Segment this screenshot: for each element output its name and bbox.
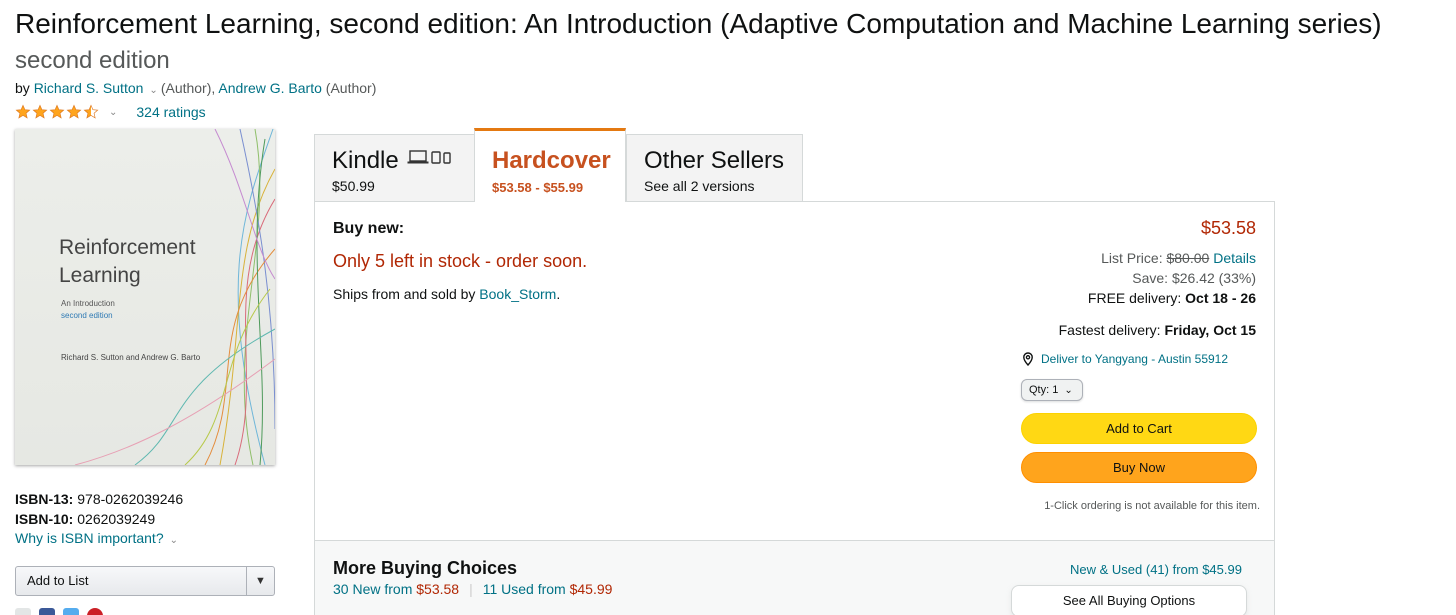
ratings-count-link[interactable]: 324 ratings	[136, 104, 205, 120]
product-subtitle: second edition	[15, 47, 170, 74]
author-role: (Author)	[325, 80, 377, 96]
device-icons	[407, 149, 451, 165]
more-buying-heading: More Buying Choices	[333, 558, 518, 578]
chevron-down-icon[interactable]: ▼	[246, 567, 274, 595]
star-full-icon	[66, 104, 82, 120]
new-used-link[interactable]: New & Used (41) from $45.99	[1070, 562, 1242, 577]
add-to-list-label[interactable]: Add to List	[16, 567, 246, 595]
deliver-to-link[interactable]: Deliver to Yangyang - Austin 55912	[1021, 352, 1228, 366]
tab-hardcover[interactable]: Hardcover $53.58 - $55.99	[474, 128, 626, 202]
deliver-to-label[interactable]: Deliver to Yangyang - Austin 55912	[1041, 352, 1228, 366]
cover-art-lines	[74, 129, 275, 465]
star-full-icon	[32, 104, 48, 120]
buy-box: Buy new: Only 5 left in stock - order so…	[314, 201, 1275, 541]
product-title: Reinforcement Learning, second edition: …	[15, 8, 1382, 39]
phone-icon	[443, 152, 451, 164]
cover-edition: second edition	[61, 311, 113, 320]
quantity-select[interactable]: Qty: 1 ⌄	[1021, 379, 1083, 401]
byline-prefix: by	[15, 80, 30, 96]
details-link[interactable]: Details	[1213, 250, 1256, 266]
star-full-icon	[49, 104, 65, 120]
seller-link[interactable]: Book_Storm	[479, 286, 556, 302]
facebook-icon[interactable]	[39, 608, 55, 615]
add-to-list-button[interactable]: Add to List ▼	[15, 566, 275, 596]
author-role: (Author),	[160, 80, 216, 96]
location-pin-icon	[1023, 352, 1033, 366]
isbn-13: ISBN-13: 978-0262039246	[15, 491, 184, 507]
chevron-down-icon: ⌄	[169, 535, 178, 546]
byline: by Richard S. Sutton ⌄ (Author), Andrew G.…	[15, 79, 376, 100]
book-cover-image[interactable]: Reinforcement Learning An Introduction se…	[15, 129, 275, 465]
tab-other-sellers-versions: See all 2 versions	[644, 178, 755, 194]
tab-other-sellers-label: Other Sellers	[644, 147, 785, 174]
star-full-icon	[15, 104, 31, 120]
offer-price: $53.58	[1200, 218, 1256, 238]
one-click-note: 1-Click ordering is not available for th…	[1044, 500, 1260, 512]
tab-hardcover-label: Hardcover	[492, 147, 611, 174]
cover-subtitle: An Introduction	[61, 299, 115, 308]
laptop-icon	[407, 150, 429, 164]
twitter-icon[interactable]	[63, 608, 79, 615]
cover-authors: Richard S. Sutton and Andrew G. Barto	[61, 353, 201, 362]
add-to-cart-button[interactable]: Add to Cart	[1021, 413, 1257, 444]
buy-now-button[interactable]: Buy Now	[1021, 452, 1257, 483]
star-half-icon	[83, 104, 99, 120]
more-buying-choices: More Buying Choices 30 New from $53.58 | 1…	[314, 540, 1275, 615]
free-delivery: FREE delivery: Oct 18 - 26	[1087, 290, 1256, 306]
tab-kindle-label: Kindle	[332, 147, 399, 174]
fastest-delivery: Fastest delivery: Friday, Oct 15	[1058, 322, 1256, 338]
new-offers-link[interactable]: 30 New from $53.58	[333, 581, 459, 597]
stock-status: Only 5 left in stock - order soon.	[333, 251, 588, 271]
tab-hardcover-price: $53.58 - $55.99	[492, 180, 584, 195]
pinterest-icon[interactable]	[87, 608, 103, 615]
tab-kindle-price: $50.99	[332, 178, 375, 194]
see-all-buying-options-button[interactable]: See All Buying Options	[1011, 585, 1247, 615]
rating-row: ⌄ 324 ratings	[15, 102, 206, 122]
buying-choices-links: 30 New from $53.58 | 11 Used from $45.99	[333, 581, 613, 597]
tablet-icon	[431, 151, 441, 164]
used-offers-link[interactable]: 11 Used from $45.99	[483, 581, 613, 597]
tab-other-sellers[interactable]: Other Sellers See all 2 versions	[626, 134, 803, 202]
isbn-10: ISBN-10: 0262039249	[15, 511, 156, 527]
star-rating[interactable]	[15, 104, 99, 120]
chevron-down-icon[interactable]: ⌄	[149, 85, 157, 96]
why-isbn-link[interactable]: Why is ISBN important? ⌄	[15, 530, 178, 546]
savings: Save: $26.42 (33%)	[1132, 270, 1256, 286]
share-icons	[15, 608, 103, 615]
author-link-sutton[interactable]: Richard S. Sutton	[34, 80, 144, 96]
cover-title: Reinforcement Learning	[59, 236, 196, 287]
ships-from: Ships from and sold by Book_Storm.	[333, 286, 561, 302]
email-icon[interactable]	[15, 608, 31, 615]
tab-kindle[interactable]: Kindle $50.99	[314, 134, 475, 202]
buy-new-heading: Buy new:	[333, 220, 405, 237]
list-price: List Price: $80.00 Details	[1101, 250, 1256, 266]
chevron-down-icon[interactable]: ⌄	[109, 107, 117, 118]
chevron-down-icon: ⌄	[1064, 385, 1073, 396]
author-link-barto[interactable]: Andrew G. Barto	[218, 80, 322, 96]
